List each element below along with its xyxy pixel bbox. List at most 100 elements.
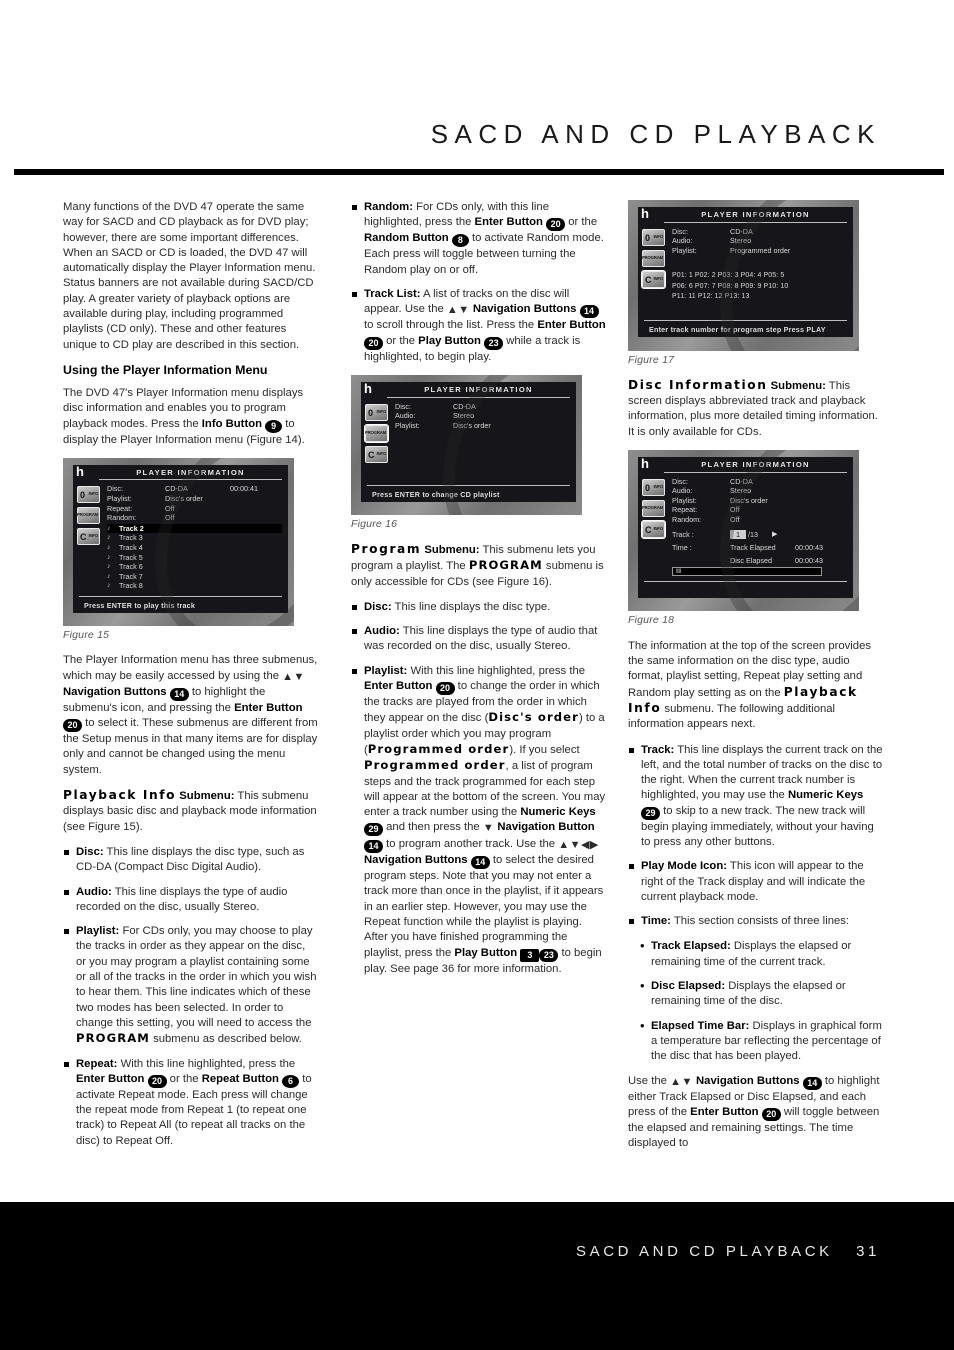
osd-status-bar: Enter track number for program step Pres… [644, 319, 847, 337]
field-value: Disc's order [165, 494, 203, 504]
disc-info-icon[interactable]: C INFO [641, 519, 666, 539]
program-icon[interactable]: PROGRAM [642, 249, 665, 267]
bullet-disc: Disc: This line displays the disc type, … [63, 845, 318, 876]
field-label: Disc: [395, 401, 411, 411]
nav-buttons-label: Navigation Buttons [696, 1074, 800, 1087]
disc-info-icon[interactable]: C INFO [77, 528, 100, 546]
field-label: Playlist: [672, 245, 697, 255]
time-row: Time : Track Elapsed 00:00:43 [672, 543, 847, 553]
bullet-text: submenu as described below. [149, 1033, 302, 1046]
osd-title: PLAYER INFORMATION [99, 465, 282, 481]
remote-key-badge: 14 [364, 839, 383, 853]
osd-row: Audio: Stereo [672, 236, 847, 246]
elapsed-time-bar: IIII [672, 567, 822, 577]
enter-button-label: Enter Button [76, 1072, 145, 1085]
osd-row: Disc: CD-DA [672, 227, 847, 237]
brand-logo: h [641, 206, 649, 221]
osd-icon-rail: 0 INFO PROGRAM C INFO [364, 402, 395, 480]
track-list-item[interactable]: ♪ Track 8 [107, 581, 282, 591]
remote-key-badge: 23 [539, 948, 559, 962]
bullet-text: or the [383, 334, 419, 347]
osd-row: Playlist: Disc's order [672, 496, 847, 506]
figure-caption: Figure 18 [628, 614, 675, 627]
field-label: Random: [107, 513, 137, 523]
front-panel-key-badge: 3 [520, 948, 540, 962]
bullet-term: Random: [364, 201, 413, 213]
disc-info-icon[interactable]: C INFO [641, 269, 666, 289]
music-note-icon: ♪ [107, 524, 111, 532]
enter-button-label: Enter Button [364, 680, 433, 693]
track-list-item[interactable]: ♪ Track 6 [107, 562, 282, 572]
remote-key-badge: 14 [802, 1076, 822, 1090]
field-value: Disc's order [453, 420, 491, 430]
program-steps-grid: P01: 1 P02: 2 P03: 3 P04: 4 P05: 5 P06: … [672, 271, 847, 303]
remote-key-badge: 29 [641, 806, 660, 820]
bullet-text: This line displays the disc type, such a… [76, 845, 305, 874]
track-list-item[interactable]: ♪ Track 4 [107, 543, 282, 553]
osd-panel: h PLAYER INFORMATION 0 INFO PROGRAM C INFO… [361, 382, 576, 502]
track-list-item[interactable]: ♪ Track 3 [107, 533, 282, 543]
page-header: SACD AND CD PLAYBACK [0, 0, 954, 178]
field-label: Audio: [672, 236, 693, 246]
figure-18: 47 h PLAYER INFORMATION 0INFO PROGRAM CI… [628, 450, 883, 629]
bullet-term: Disc Elapsed: [651, 980, 726, 993]
play-button-label: Play Button [454, 946, 518, 959]
program-step-row: P06: 6 P07: 7 P08: 8 P09: 9 P10: 10 [672, 282, 789, 290]
program-icon[interactable]: PROGRAM [642, 499, 665, 517]
brand-logo: h [364, 381, 372, 397]
bullet-text: to scroll through the list. Press the [364, 319, 538, 332]
track-list-item[interactable]: ♪ Track 7 [107, 572, 282, 582]
osd-title: PLAYER INFORMATION [664, 457, 847, 473]
disc-elapsed-label[interactable]: Disc Elapsed [730, 556, 795, 566]
bullet-text: This line displays the disc type. [391, 600, 551, 613]
osd-screenshot-16: 47 h PLAYER INFORMATION 0INFO PROGRAM CI… [351, 375, 582, 515]
field-value: CD-DA [165, 484, 188, 494]
osd-row: Disc: CD-DA [395, 402, 570, 412]
time-row: Disc Elapsed 00:00:43 [672, 556, 847, 566]
track-list-item[interactable]: ♪ Track 2 [107, 523, 282, 534]
osd-status-bar [644, 581, 847, 598]
bullet-playlist: Playlist: For CDs only, you may choose t… [63, 924, 318, 1047]
track-elapsed-label[interactable]: Track Elapsed [730, 543, 795, 553]
playback-info-icon[interactable]: 0 INFO [642, 228, 665, 246]
program-icon[interactable]: PROGRAM [364, 423, 389, 443]
program-icon[interactable]: PROGRAM [77, 507, 100, 525]
field-value: Off [165, 513, 175, 523]
text-fragment: Use the [628, 1074, 671, 1087]
bullet-term: Track: [641, 743, 675, 756]
brand-logo: h [76, 463, 84, 479]
playback-info-icon[interactable]: 0 INFO [365, 403, 388, 421]
remote-key-badge: 20 [546, 218, 566, 232]
disc-elapsed-value: 00:00:43 [795, 555, 823, 565]
music-note-icon: ♪ [107, 582, 111, 590]
osd-title: PLAYER INFORMATION [664, 207, 847, 223]
bullet-audio: Audio: This line displays the type of au… [63, 885, 318, 916]
music-note-icon: ♪ [107, 544, 111, 552]
remote-key-badge: 23 [484, 336, 504, 350]
disc-info-icon[interactable]: C INFO [365, 445, 388, 463]
playback-info-icon[interactable]: 0 INFO [642, 478, 665, 496]
program-bullet-list: Disc: This line displays the disc type. … [351, 600, 606, 977]
submenus-paragraph: The Player Information menu has three su… [63, 653, 318, 778]
four-way-arrow-icon: ▲▼◀▶ [558, 838, 599, 851]
track-list-item[interactable]: ♪ Track 5 [107, 553, 282, 563]
field-label: Audio: [672, 486, 693, 496]
bullet-random: Random: For CDs only, with this line hig… [351, 200, 606, 278]
track-label: Track : [672, 529, 694, 539]
field-label: Audio: [395, 411, 416, 421]
track-row: Track : 1/13 ▶ [672, 529, 847, 540]
playback-info-icon[interactable]: 0 INFO [77, 486, 100, 504]
program-menu-name: Program [351, 541, 422, 556]
osd-field-list: Disc: CD-DA Audio: Stereo Playlist: Program… [672, 227, 847, 315]
enter-button-label: Enter Button [537, 319, 606, 332]
nav-buttons-label: Navigation Buttons [472, 303, 577, 316]
enter-button-label: Enter Button [690, 1106, 759, 1119]
disc-info-detail-paragraph: The information at the top of the screen… [628, 639, 883, 733]
current-track-value[interactable]: 1 [730, 529, 746, 540]
osd-row: Playlist: Disc's order [107, 494, 282, 504]
osd-screenshot-18: 47 h PLAYER INFORMATION 0INFO PROGRAM CI… [628, 450, 859, 612]
play-button-label: Play Button [418, 334, 481, 347]
column-one: Many functions of the DVD 47 operate the… [63, 200, 318, 1159]
bullet-text: or the [565, 216, 598, 229]
header-divider [14, 169, 944, 175]
